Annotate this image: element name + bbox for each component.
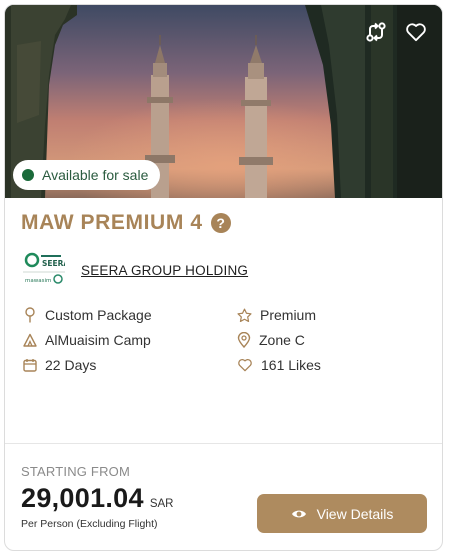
eye-icon [291, 510, 306, 517]
status-dot-icon [22, 169, 34, 181]
title-row: MAW PREMIUM 4 ? [21, 211, 231, 235]
view-details-button[interactable]: View Details [257, 494, 427, 533]
feature-label: AlMuaisim Camp [45, 332, 151, 348]
feature-label: 161 Likes [261, 357, 321, 373]
feature-zone: Zone C [237, 332, 305, 348]
package-title: MAW PREMIUM 4 [21, 211, 203, 234]
price-value: 29,001.04 [21, 483, 144, 513]
price-currency: SAR [149, 498, 174, 510]
hero-image[interactable]: Available for sale [5, 5, 442, 198]
heart-icon [406, 23, 426, 42]
seera-logo-icon: SEERA mawasim [23, 252, 65, 284]
star-icon [237, 308, 252, 322]
price-note: Per Person (Excluding Flight) [21, 518, 158, 530]
feature-likes: 161 Likes [237, 357, 321, 373]
starting-from-label: STARTING FROM [21, 464, 131, 479]
svg-text:mawasim: mawasim [25, 278, 51, 284]
feature-premium: Premium [237, 307, 316, 323]
heart-icon [238, 358, 252, 372]
feature-label: Premium [260, 307, 317, 323]
feature-camp: AlMuaisim Camp [23, 332, 151, 348]
price-row: 29,001.04 SAR [21, 483, 173, 514]
svg-text:SEERA: SEERA [42, 259, 65, 268]
package-card: Available for sale MAW PREMIUM 4 ? SEERA… [4, 4, 443, 551]
compare-button[interactable] [363, 19, 389, 45]
favorite-button[interactable] [403, 19, 429, 45]
pin-icon [25, 307, 35, 323]
location-icon [237, 332, 251, 348]
company-link[interactable]: SEERA GROUP HOLDING [81, 263, 248, 278]
calendar-icon [23, 359, 37, 372]
divider [5, 443, 442, 444]
availability-label: Available for sale [42, 167, 149, 183]
compare-icon [366, 22, 386, 42]
feature-label: Zone C [259, 332, 305, 348]
feature-duration: 22 Days [23, 357, 96, 373]
view-details-label: View Details [316, 505, 394, 522]
company-row: SEERA mawasim SEERA GROUP HOLDING [23, 251, 248, 289]
tent-icon [23, 333, 37, 347]
feature-label: 22 Days [45, 357, 97, 373]
feature-label: Custom Package [45, 307, 152, 323]
feature-custom-package: Custom Package [23, 307, 152, 323]
help-icon[interactable]: ? [210, 213, 231, 233]
availability-badge: Available for sale [13, 160, 161, 190]
